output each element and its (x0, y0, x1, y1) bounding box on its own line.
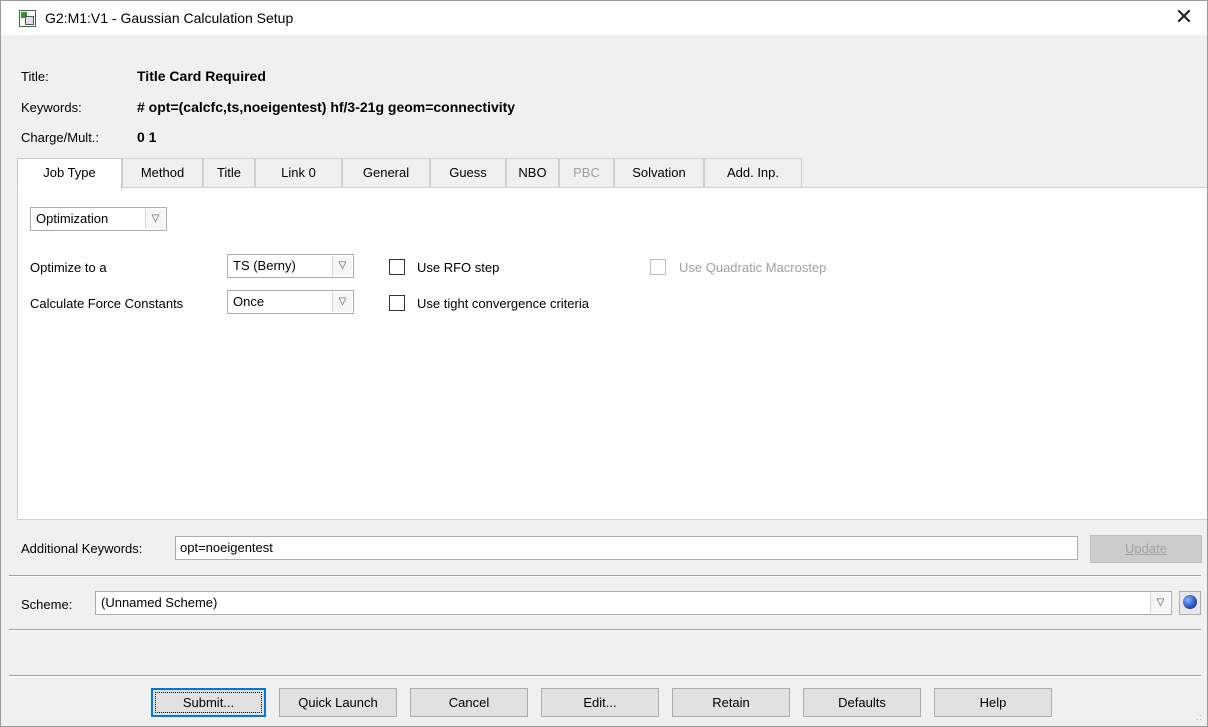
tab-nbo[interactable]: NBO (506, 158, 559, 188)
scheme-label: Scheme: (21, 597, 73, 612)
scheme-value: (Unnamed Scheme) (101, 595, 218, 610)
tab-general[interactable]: General (342, 158, 430, 188)
defaults-button[interactable]: Defaults (803, 688, 921, 717)
chevron-down-icon: ▽ (332, 256, 352, 276)
close-button[interactable]: ✕ (1161, 1, 1207, 35)
keywords-value: # opt=(calcfc,ts,noeigentest) hf/3-21g g… (137, 99, 516, 115)
gaussian-setup-window: G2:M1:V1 - Gaussian Calculation Setup ✕ … (0, 0, 1208, 727)
separator (9, 575, 1201, 577)
tab-pbc: PBC (559, 158, 614, 188)
tab-method[interactable]: Method (122, 158, 203, 188)
window-title: G2:M1:V1 - Gaussian Calculation Setup (45, 10, 294, 26)
resize-grip-icon[interactable]: .: (1196, 712, 1203, 722)
job-type-select[interactable]: Optimization ▽ (30, 207, 167, 231)
tight-convergence-checkbox[interactable] (389, 295, 405, 311)
rfo-step-checkbox[interactable] (389, 259, 405, 275)
separator (9, 675, 1201, 677)
chevron-down-icon: ▽ (332, 292, 352, 312)
chevron-down-icon: ▽ (145, 209, 165, 229)
separator (9, 629, 1201, 631)
quick-launch-button[interactable]: Quick Launch (279, 688, 397, 717)
force-constants-label: Calculate Force Constants (30, 296, 184, 311)
tight-convergence-label: Use tight convergence criteria (417, 296, 589, 311)
tab-solvation[interactable]: Solvation (614, 158, 704, 188)
keywords-label: Keywords: (21, 100, 82, 115)
app-icon (19, 10, 36, 27)
optimize-label: Optimize to a (30, 260, 107, 275)
update-button-label: Update (1125, 541, 1167, 556)
title-value: Title Card Required (137, 68, 266, 84)
tab-add-inp[interactable]: Add. Inp. (704, 158, 802, 188)
tab-guess[interactable]: Guess (430, 158, 506, 188)
scheme-select[interactable]: (Unnamed Scheme) ▽ (95, 591, 1172, 615)
force-constants-select[interactable]: Once ▽ (227, 290, 354, 314)
tab-job-type[interactable]: Job Type (17, 158, 122, 190)
help-button[interactable]: Help (934, 688, 1052, 717)
additional-keywords-input[interactable]: opt=noeigentest (175, 536, 1078, 560)
update-button: Update (1090, 535, 1202, 563)
optimize-select[interactable]: TS (Berny) ▽ (227, 254, 354, 278)
quadratic-macrostep-checkbox (650, 259, 666, 275)
title-label: Title: (21, 69, 49, 84)
optimize-value: TS (Berny) (233, 258, 296, 273)
globe-icon[interactable] (1179, 591, 1201, 615)
tab-title[interactable]: Title (203, 158, 255, 188)
charge-label: Charge/Mult.: (21, 130, 100, 145)
tab-link0[interactable]: Link 0 (255, 158, 342, 188)
rfo-step-label: Use RFO step (417, 260, 500, 275)
quadratic-macrostep-label: Use Quadratic Macrostep (679, 260, 827, 275)
job-type-value: Optimization (36, 211, 109, 226)
retain-button[interactable]: Retain (672, 688, 790, 717)
additional-keywords-label: Additional Keywords: (21, 541, 143, 556)
edit-button[interactable]: Edit... (541, 688, 659, 717)
charge-value: 0 1 (137, 129, 157, 145)
submit-button[interactable]: Submit... (151, 688, 266, 717)
job-type-panel: Optimization ▽ Optimize to a TS (Berny) … (17, 187, 1207, 520)
title-bar: G2:M1:V1 - Gaussian Calculation Setup ✕ (1, 1, 1207, 35)
chevron-down-icon: ▽ (1150, 593, 1170, 613)
force-constants-value: Once (233, 294, 265, 309)
cancel-button[interactable]: Cancel (410, 688, 528, 717)
